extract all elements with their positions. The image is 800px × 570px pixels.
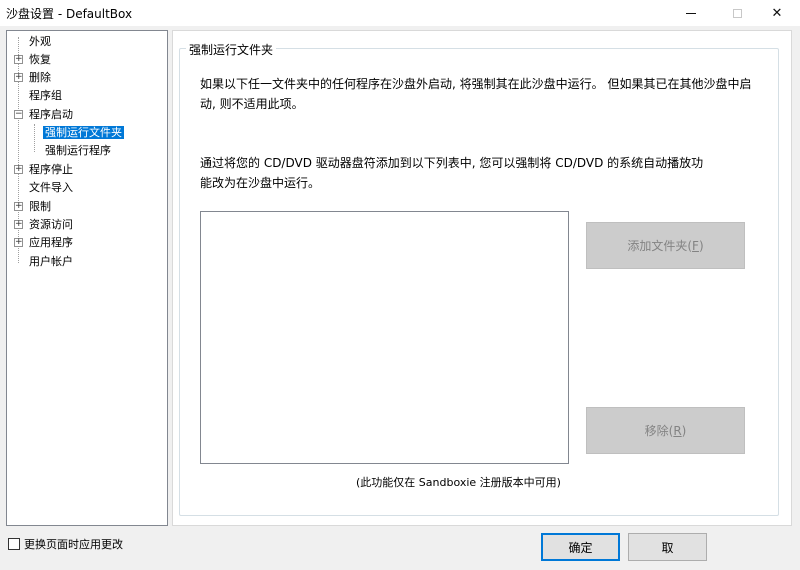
tree-expander[interactable]: + bbox=[14, 165, 23, 174]
cancel-button[interactable]: 取 bbox=[628, 533, 707, 561]
tree-item-label: 程序停止 bbox=[29, 163, 73, 176]
button-label-suffix: ) bbox=[681, 423, 687, 438]
tree-item-program-stop[interactable]: 程序停止 bbox=[27, 161, 75, 178]
minimize-button[interactable] bbox=[668, 0, 714, 26]
tree-connector bbox=[18, 37, 19, 263]
tree-item-user-accounts[interactable]: 用户帐户 bbox=[27, 253, 75, 270]
apply-on-page-change-checkbox[interactable]: 更换页面时应用更改 bbox=[8, 536, 123, 552]
tree-item-label: 强制运行程序 bbox=[45, 144, 111, 157]
folder-list[interactable] bbox=[200, 211, 569, 464]
tree-item-label: 用户帐户 bbox=[29, 255, 73, 268]
tree-item-applications[interactable]: 应用程序 bbox=[27, 234, 75, 251]
tree-item-appearance[interactable]: 外观 bbox=[27, 33, 53, 50]
tree-item-label: 外观 bbox=[29, 35, 51, 48]
tree-item-forced-folders[interactable]: 强制运行文件夹 bbox=[43, 124, 124, 141]
description-forced-folders: 如果以下任一文件夹中的任何程序在沙盘外启动, 将强制其在此沙盘中运行。 但如果其… bbox=[200, 74, 751, 114]
remove-button[interactable]: 移除(R) bbox=[586, 407, 745, 454]
accelerator-key: R bbox=[673, 423, 682, 438]
ok-button[interactable]: 确定 bbox=[541, 533, 620, 561]
tree-item-label: 强制运行文件夹 bbox=[43, 126, 124, 139]
tree-item-label: 恢复 bbox=[29, 53, 51, 66]
button-label: 确定 bbox=[568, 540, 593, 555]
button-label: 移除( bbox=[644, 424, 674, 438]
tree-item-program-groups[interactable]: 程序组 bbox=[27, 87, 64, 104]
checkbox-label: 更换页面时应用更改 bbox=[24, 538, 123, 551]
tree-expander[interactable]: + bbox=[14, 238, 23, 247]
tree-item-resource-access[interactable]: 资源访问 bbox=[27, 216, 75, 233]
tree-item-label: 限制 bbox=[29, 200, 51, 213]
tree-connector bbox=[34, 124, 35, 152]
tree-expander[interactable]: − bbox=[14, 110, 23, 119]
tree-item-file-migration[interactable]: 文件导入 bbox=[27, 179, 75, 196]
description-line: 如果以下任一文件夹中的任何程序在沙盘外启动, 将强制其在此沙盘中运行。 但如果其… bbox=[200, 77, 752, 91]
settings-tree[interactable]: 外观 + 恢复 + 删除 程序组 − 程序启动 强制运行文件夹 强制运行程序 +… bbox=[6, 30, 168, 526]
tree-expander[interactable]: + bbox=[14, 202, 23, 211]
tree-item-program-start[interactable]: 程序启动 bbox=[27, 106, 75, 123]
tree-item-label: 文件导入 bbox=[29, 181, 73, 194]
minimize-icon bbox=[686, 12, 696, 14]
button-label: 取 bbox=[661, 540, 674, 555]
tree-item-label: 资源访问 bbox=[29, 218, 73, 231]
description-line: 通过将您的 CD/DVD 驱动器盘符添加到以下列表中, 您可以强制将 CD/DV… bbox=[200, 156, 704, 170]
tree-item-recovery[interactable]: 恢复 bbox=[27, 51, 53, 68]
registered-only-note: (此功能仅在 Sandboxie 注册版本中可用) bbox=[356, 476, 561, 489]
tree-expander[interactable]: + bbox=[14, 220, 23, 229]
group-title: 强制运行文件夹 bbox=[186, 41, 277, 58]
close-button[interactable]: ✕ bbox=[754, 0, 800, 26]
description-line: 能改为在沙盘中运行。 bbox=[200, 176, 321, 190]
tree-expander[interactable]: + bbox=[14, 55, 23, 64]
tree-item-label: 程序启动 bbox=[29, 108, 73, 121]
description-line: 动, 则不适用此项。 bbox=[200, 97, 304, 111]
window-title: 沙盘设置 - DefaultBox bbox=[6, 7, 133, 21]
close-icon: ✕ bbox=[771, 5, 783, 21]
tree-expander[interactable]: + bbox=[14, 73, 23, 82]
add-folder-button[interactable]: 添加文件夹(F) bbox=[586, 222, 745, 269]
tree-item-forced-programs[interactable]: 强制运行程序 bbox=[43, 142, 113, 159]
accelerator-key: F bbox=[692, 238, 699, 253]
title-bar: 沙盘设置 - DefaultBox ✕ bbox=[0, 0, 800, 26]
checkbox-icon[interactable] bbox=[8, 538, 20, 550]
tree-item-label: 应用程序 bbox=[29, 236, 73, 249]
description-cd-dvd: 通过将您的 CD/DVD 驱动器盘符添加到以下列表中, 您可以强制将 CD/DV… bbox=[200, 153, 703, 193]
maximize-icon bbox=[732, 8, 742, 18]
button-label: 添加文件夹( bbox=[627, 239, 693, 253]
tree-item-label: 程序组 bbox=[29, 89, 62, 102]
tree-item-label: 删除 bbox=[29, 71, 51, 84]
button-label-suffix: ) bbox=[698, 238, 704, 253]
tree-item-delete[interactable]: 删除 bbox=[27, 69, 53, 86]
tree-item-restrictions[interactable]: 限制 bbox=[27, 198, 53, 215]
